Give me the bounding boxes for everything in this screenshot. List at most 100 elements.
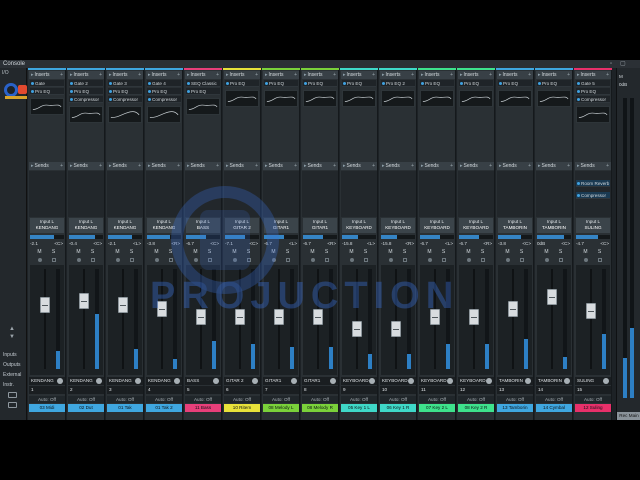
nav-external[interactable]: External bbox=[3, 372, 21, 378]
nav-instruments[interactable]: Instr. bbox=[3, 382, 14, 388]
sends-header[interactable]: ▸Sends + bbox=[68, 162, 104, 170]
send-slot[interactable]: Compressor bbox=[576, 192, 610, 199]
insert-plugin-slot[interactable]: Pro EQ bbox=[498, 80, 532, 87]
volume-fader[interactable] bbox=[430, 309, 440, 325]
sends-header[interactable]: ▸Sends + bbox=[341, 162, 377, 170]
inserts-header[interactable]: ▸Inserts + bbox=[68, 71, 104, 79]
automation-mode[interactable]: Auto: Off bbox=[302, 396, 338, 403]
volume-fader[interactable] bbox=[274, 309, 284, 325]
pan-knob[interactable] bbox=[408, 378, 414, 384]
track-name[interactable]: 01 Tak bbox=[107, 404, 143, 412]
eq-curve-thumbnail[interactable] bbox=[264, 90, 298, 107]
insert-plugin-slot[interactable]: Compressor bbox=[147, 96, 181, 103]
sends-header[interactable]: ▸Sends + bbox=[458, 162, 494, 170]
sends-header[interactable]: ▸Sends + bbox=[419, 162, 455, 170]
record-arm-icon[interactable] bbox=[545, 258, 549, 262]
input-trim[interactable] bbox=[342, 235, 376, 239]
automation-mode[interactable]: Auto: Off bbox=[341, 396, 377, 403]
volume-fader[interactable] bbox=[469, 309, 479, 325]
insert-plugin-slot[interactable]: Pro EQ bbox=[576, 88, 610, 95]
pan-knob[interactable] bbox=[252, 378, 258, 384]
automation-mode[interactable]: Auto: Off bbox=[380, 396, 416, 403]
add-send-icon[interactable]: + bbox=[99, 162, 102, 170]
track-name[interactable]: 08 Melody R bbox=[302, 404, 338, 412]
inserts-header[interactable]: ▸Inserts + bbox=[575, 71, 611, 79]
volume-value[interactable]: -6.7 bbox=[459, 241, 467, 246]
track-name[interactable]: 01 Tak 2 bbox=[146, 404, 182, 412]
pan-knob[interactable] bbox=[486, 378, 492, 384]
automation-mode[interactable]: Auto: Off bbox=[575, 396, 611, 403]
sends-header[interactable]: ▸Sends + bbox=[224, 162, 260, 170]
input-selector[interactable]: Input L KEYBOARD bbox=[342, 218, 376, 233]
volume-fader[interactable] bbox=[118, 297, 128, 313]
collapse-up-icon[interactable]: ▲ bbox=[9, 326, 15, 332]
add-send-icon[interactable]: + bbox=[411, 162, 414, 170]
monitor-icon[interactable] bbox=[325, 258, 329, 262]
solo-button[interactable]: S bbox=[206, 249, 213, 255]
mute-button[interactable]: M bbox=[270, 249, 277, 255]
add-insert-icon[interactable]: + bbox=[528, 71, 531, 79]
add-send-icon[interactable]: + bbox=[138, 162, 141, 170]
record-arm-icon[interactable] bbox=[350, 258, 354, 262]
eq-curve-thumbnail[interactable] bbox=[576, 106, 610, 123]
input-trim[interactable] bbox=[381, 235, 415, 239]
input-selector[interactable]: Input L GITAR1 bbox=[264, 218, 298, 233]
record-arm-icon[interactable] bbox=[38, 258, 42, 262]
insert-plugin-slot[interactable]: Pro EQ bbox=[459, 80, 493, 87]
solo-button[interactable]: S bbox=[50, 249, 57, 255]
insert-plugin-slot[interactable]: Pro EQ 2 bbox=[381, 80, 415, 87]
sends-header[interactable]: ▸Sends + bbox=[380, 162, 416, 170]
monitor-icon[interactable] bbox=[442, 258, 446, 262]
insert-plugin-slot[interactable]: Gate 4 bbox=[147, 80, 181, 87]
monitor-icon[interactable] bbox=[364, 258, 368, 262]
track-name[interactable]: 13 Tamborin bbox=[497, 404, 533, 412]
add-insert-icon[interactable]: + bbox=[255, 71, 258, 79]
input-selector[interactable]: Input L KENDANG bbox=[108, 218, 142, 233]
mute-button[interactable]: M bbox=[114, 249, 121, 255]
eq-curve-thumbnail[interactable] bbox=[537, 90, 571, 107]
record-arm-icon[interactable] bbox=[272, 258, 276, 262]
add-send-icon[interactable]: + bbox=[60, 162, 63, 170]
solo-button[interactable]: S bbox=[440, 249, 447, 255]
solo-button[interactable]: S bbox=[596, 249, 603, 255]
track-name[interactable]: 07 Key 2 L bbox=[419, 404, 455, 412]
add-insert-icon[interactable]: + bbox=[411, 71, 414, 79]
monitor-icon[interactable] bbox=[130, 258, 134, 262]
pan-value[interactable]: <C> bbox=[522, 241, 531, 246]
pan-knob[interactable] bbox=[291, 378, 297, 384]
volume-value[interactable]: -0.4 bbox=[69, 241, 77, 246]
monitor-icon[interactable] bbox=[247, 258, 251, 262]
eq-curve-thumbnail[interactable] bbox=[225, 90, 259, 107]
solo-button[interactable]: S bbox=[128, 249, 135, 255]
volume-value[interactable]: -15.8 bbox=[342, 241, 352, 246]
volume-value[interactable]: -6.7 bbox=[186, 241, 194, 246]
collapse-down-icon[interactable]: ▼ bbox=[9, 334, 15, 340]
pan-knob[interactable] bbox=[213, 378, 219, 384]
add-send-icon[interactable]: + bbox=[489, 162, 492, 170]
sends-header[interactable]: ▸Sends + bbox=[536, 162, 572, 170]
record-arm-icon[interactable] bbox=[506, 258, 510, 262]
volume-fader[interactable] bbox=[196, 309, 206, 325]
record-arm-icon[interactable] bbox=[233, 258, 237, 262]
automation-mode[interactable]: Auto: Off bbox=[146, 396, 182, 403]
solo-button[interactable]: S bbox=[362, 249, 369, 255]
solo-button[interactable]: S bbox=[245, 249, 252, 255]
track-name[interactable]: 14 Cymbal bbox=[536, 404, 572, 412]
pan-value[interactable]: <C> bbox=[54, 241, 63, 246]
input-trim[interactable] bbox=[186, 235, 220, 239]
pan-value[interactable]: <R> bbox=[171, 241, 180, 246]
pan-knob[interactable] bbox=[603, 378, 609, 384]
automation-mode[interactable]: Auto: Off bbox=[107, 396, 143, 403]
mute-button[interactable]: M bbox=[426, 249, 433, 255]
volume-fader[interactable] bbox=[391, 321, 401, 337]
add-send-icon[interactable]: + bbox=[216, 162, 219, 170]
mute-button[interactable]: M bbox=[504, 249, 511, 255]
inserts-header[interactable]: ▸Inserts + bbox=[146, 71, 182, 79]
pan-knob[interactable] bbox=[369, 378, 375, 384]
volume-fader[interactable] bbox=[508, 301, 518, 317]
sends-header[interactable]: ▸Sends + bbox=[29, 162, 65, 170]
input-trim[interactable] bbox=[147, 235, 181, 239]
add-send-icon[interactable]: + bbox=[606, 162, 609, 170]
volume-value[interactable]: -6.7 bbox=[264, 241, 272, 246]
solo-button[interactable]: S bbox=[518, 249, 525, 255]
